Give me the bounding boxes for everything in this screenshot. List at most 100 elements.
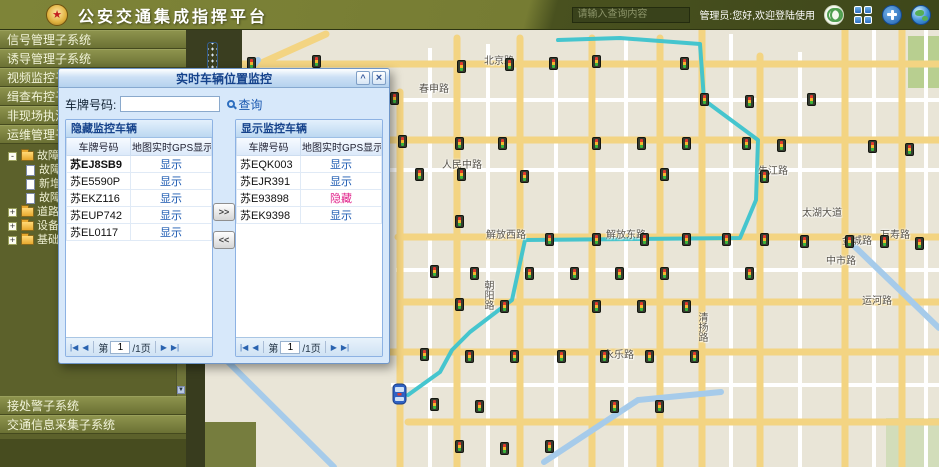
zoom-plus-icon[interactable] — [882, 5, 902, 25]
traffic-signal-icon[interactable] — [660, 168, 669, 181]
traffic-signal-icon[interactable] — [465, 350, 474, 363]
traffic-signal-icon[interactable] — [637, 137, 646, 150]
traffic-signal-icon[interactable] — [845, 235, 854, 248]
move-left-button[interactable]: << — [213, 231, 235, 249]
traffic-signal-icon[interactable] — [660, 267, 669, 280]
gps-toggle-link[interactable]: 显示 — [301, 172, 382, 189]
traffic-signal-icon[interactable] — [390, 92, 399, 105]
traffic-signal-icon[interactable] — [430, 265, 439, 278]
gps-toggle-link[interactable]: 显示 — [131, 172, 212, 189]
last-page-icon[interactable] — [170, 343, 180, 352]
traffic-signal-icon[interactable] — [610, 400, 619, 413]
prev-page-icon[interactable] — [81, 343, 89, 352]
traffic-signal-icon[interactable] — [455, 215, 464, 228]
sidebar-item[interactable]: 交通信息采集子系统 — [0, 415, 186, 434]
traffic-signal-icon[interactable] — [777, 139, 786, 152]
traffic-signal-icon[interactable] — [680, 57, 689, 70]
traffic-signal-icon[interactable] — [615, 267, 624, 280]
traffic-signal-icon[interactable] — [545, 233, 554, 246]
traffic-signal-icon[interactable] — [500, 300, 509, 313]
traffic-signal-icon[interactable] — [722, 233, 731, 246]
police-vehicle-icon[interactable] — [391, 383, 408, 410]
traffic-signal-icon[interactable] — [868, 140, 877, 153]
traffic-signal-icon[interactable] — [592, 233, 601, 246]
traffic-signal-icon[interactable] — [800, 235, 809, 248]
column-header-gps[interactable]: 地图实时GPS显示 — [131, 138, 212, 155]
traffic-signal-icon[interactable] — [415, 168, 424, 181]
traffic-signal-icon[interactable] — [637, 300, 646, 313]
traffic-signal-icon[interactable] — [690, 350, 699, 363]
traffic-signal-icon[interactable] — [549, 57, 558, 70]
collapse-dialog-icon[interactable] — [356, 71, 370, 85]
dialog-titlebar[interactable]: 实时车辆位置监控 — [59, 69, 389, 88]
traffic-signal-icon[interactable] — [905, 143, 914, 156]
column-header-gps[interactable]: 地图实时GPS显示 — [301, 138, 382, 155]
column-header-plate[interactable]: 车牌号码 — [237, 138, 301, 155]
gps-toggle-link[interactable]: 显示 — [301, 155, 382, 172]
first-page-icon[interactable] — [69, 343, 79, 352]
plate-number-input[interactable] — [120, 96, 220, 112]
traffic-signal-icon[interactable] — [525, 267, 534, 280]
collapse-node-icon[interactable]: - — [8, 152, 17, 161]
prev-page-icon[interactable] — [251, 343, 259, 352]
scroll-down-icon[interactable]: ▼ — [177, 386, 185, 394]
traffic-signal-icon[interactable] — [475, 400, 484, 413]
sidebar-item[interactable]: 接处警子系统 — [0, 396, 186, 415]
search-button[interactable]: 查询 — [227, 96, 262, 113]
traffic-signal-icon[interactable] — [592, 300, 601, 313]
sidebar-item[interactable]: 信号管理子系统 — [0, 30, 186, 49]
gps-toggle-link[interactable]: 隐藏 — [301, 189, 382, 206]
gps-toggle-link[interactable]: 显示 — [131, 189, 212, 206]
column-header-plate[interactable]: 车牌号码 — [67, 138, 131, 155]
traffic-signal-icon[interactable] — [570, 267, 579, 280]
traffic-signal-icon[interactable] — [520, 170, 529, 183]
first-page-icon[interactable] — [239, 343, 249, 352]
traffic-signal-icon[interactable] — [592, 55, 601, 68]
gps-toggle-link[interactable]: 显示 — [131, 223, 212, 240]
traffic-signal-icon[interactable] — [457, 60, 466, 73]
traffic-signal-icon[interactable] — [880, 235, 889, 248]
traffic-signal-icon[interactable] — [745, 95, 754, 108]
expand-node-icon[interactable]: + — [8, 222, 17, 231]
traffic-signal-icon[interactable] — [398, 135, 407, 148]
traffic-signal-icon[interactable] — [455, 440, 464, 453]
traffic-signal-icon[interactable] — [457, 168, 466, 181]
traffic-signal-icon[interactable] — [420, 348, 429, 361]
traffic-signal-icon[interactable] — [500, 442, 509, 455]
traffic-signal-icon[interactable] — [742, 137, 751, 150]
traffic-signal-icon[interactable] — [807, 93, 816, 106]
gps-toggle-link[interactable]: 显示 — [301, 206, 382, 223]
traffic-signal-icon[interactable] — [700, 93, 709, 106]
traffic-signal-icon[interactable] — [682, 233, 691, 246]
page-number-input[interactable] — [280, 341, 300, 354]
traffic-signal-icon[interactable] — [745, 267, 754, 280]
sidebar-item[interactable]: 诱导管理子系统 — [0, 49, 186, 68]
traffic-signal-icon[interactable] — [640, 233, 649, 246]
traffic-signal-icon[interactable] — [470, 267, 479, 280]
last-page-icon[interactable] — [340, 343, 350, 352]
traffic-signal-icon[interactable] — [655, 400, 664, 413]
earth-icon[interactable] — [911, 5, 931, 25]
traffic-signal-icon[interactable] — [430, 398, 439, 411]
gps-toggle-link[interactable]: 显示 — [131, 206, 212, 223]
grid-layout-icon[interactable] — [853, 5, 873, 25]
page-number-input[interactable] — [110, 341, 130, 354]
traffic-signal-icon[interactable] — [557, 350, 566, 363]
traffic-signal-icon[interactable] — [682, 137, 691, 150]
traffic-signal-icon[interactable] — [505, 58, 514, 71]
gps-toggle-link[interactable]: 显示 — [131, 155, 212, 172]
traffic-signal-icon[interactable] — [645, 350, 654, 363]
traffic-signal-icon[interactable] — [682, 300, 691, 313]
next-page-icon[interactable] — [160, 343, 168, 352]
traffic-signal-icon[interactable] — [455, 298, 464, 311]
traffic-signal-icon[interactable] — [915, 237, 924, 250]
close-dialog-icon[interactable] — [372, 71, 386, 85]
traffic-signal-icon[interactable] — [312, 55, 321, 68]
traffic-signal-icon[interactable] — [600, 350, 609, 363]
traffic-signal-icon[interactable] — [510, 350, 519, 363]
next-page-icon[interactable] — [330, 343, 338, 352]
traffic-signal-icon[interactable] — [760, 233, 769, 246]
traffic-signal-icon[interactable] — [592, 137, 601, 150]
move-right-button[interactable]: >> — [213, 203, 235, 221]
expand-node-icon[interactable]: + — [8, 208, 17, 217]
